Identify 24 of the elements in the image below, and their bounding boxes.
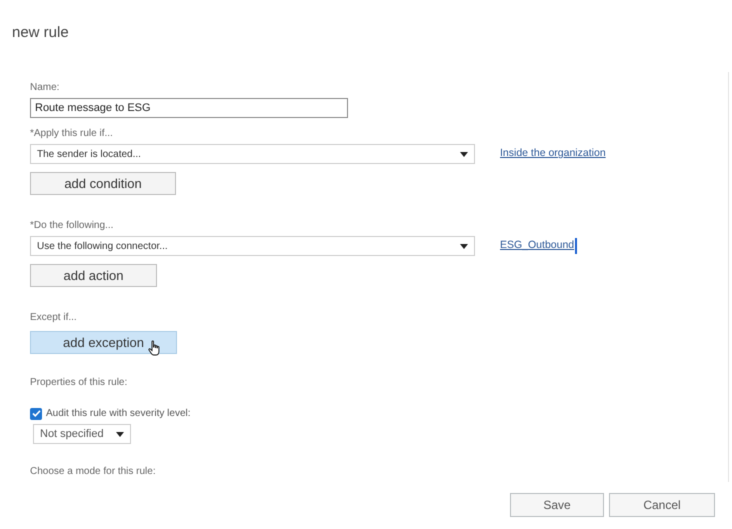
value-link[interactable]: ESG_Outbound (500, 238, 578, 254)
value-link[interactable]: Inside the organization (500, 146, 606, 162)
name-field[interactable]: Route message to ESG (30, 98, 348, 118)
severity-dropdown[interactable]: Not specified (33, 424, 131, 444)
section-label: Choose a mode for this rule: (30, 465, 157, 479)
caret-icon (460, 244, 468, 248)
field-label: *Apply this rule if... (30, 127, 114, 141)
audit-checkbox[interactable] (30, 408, 42, 420)
add-button[interactable]: add exception (30, 331, 177, 354)
add-button[interactable]: add condition (30, 172, 176, 196)
caret-icon (460, 152, 468, 156)
section-label: Properties of this rule: (30, 376, 128, 390)
field-label: Except if... (30, 311, 78, 325)
save-button[interactable]: Save (510, 493, 604, 517)
cancel-button[interactable]: Cancel (609, 493, 715, 517)
condition-dropdown[interactable]: Use the following connector... (30, 236, 475, 256)
hand-cursor-icon (148, 340, 161, 356)
caret-icon (116, 432, 124, 436)
condition-dropdown[interactable]: The sender is located... (30, 144, 475, 164)
checkbox-label: Audit this rule with severity level: (46, 407, 191, 421)
field-label: *Do the following... (30, 219, 114, 233)
add-button[interactable]: add action (30, 264, 157, 288)
field-label: Name: (30, 81, 60, 95)
dialog-title: new rule (12, 23, 69, 43)
